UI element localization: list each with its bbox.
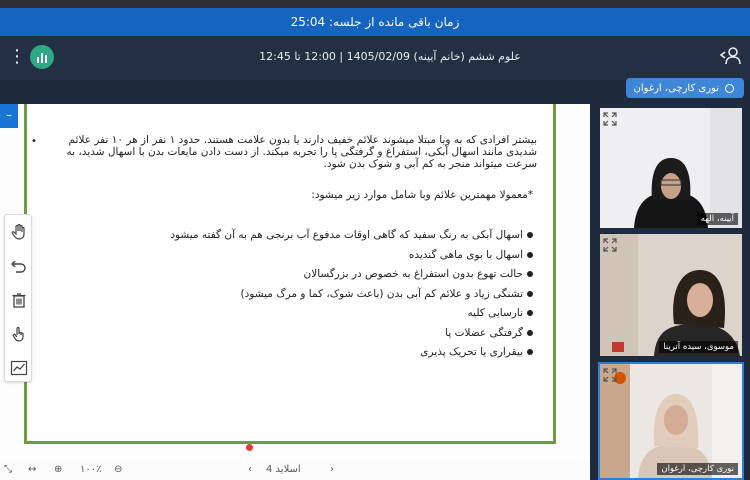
app-logo-icon bbox=[30, 45, 54, 69]
expand-icon[interactable] bbox=[603, 367, 617, 382]
participant-videos: آیینه، الهه موسوی، سیده آترینا نوری کارچ… bbox=[596, 104, 750, 480]
menu-icon[interactable]: ⋮ bbox=[8, 48, 26, 66]
list-bullet bbox=[527, 290, 533, 297]
video-tile[interactable]: آیینه، الهه bbox=[598, 106, 744, 230]
slide-content: بیشتر افرادی که به وبا مبتلا میشوند علائ… bbox=[31, 134, 543, 363]
session-timer: زمان باقی مانده از جلسه: 25:04 bbox=[0, 8, 750, 36]
zoom-out-icon[interactable]: ⊖ bbox=[114, 464, 122, 475]
symptom-list: اسهال آبکی به رنگ سفید که گاهی اوقات مدف… bbox=[35, 226, 543, 363]
presenter-status-icon bbox=[725, 83, 734, 93]
participant-name: آیینه، الهه bbox=[696, 213, 738, 225]
drawing-toolbox bbox=[4, 214, 32, 382]
zoom-in-icon[interactable]: ⊕ bbox=[54, 464, 62, 475]
list-item: گرفتگی عضلات پا bbox=[35, 324, 533, 344]
laser-pointer bbox=[246, 444, 253, 451]
participant-image bbox=[600, 364, 742, 478]
list-item-text: نارسایی کلیه bbox=[467, 307, 523, 319]
collapse-button[interactable]: – bbox=[0, 104, 18, 128]
fit-width-icon[interactable]: ↔ bbox=[28, 464, 36, 475]
list-bullet bbox=[527, 349, 533, 355]
participant-image bbox=[600, 108, 742, 228]
next-slide-chevron-icon[interactable]: › bbox=[330, 464, 334, 475]
participant-name: موسوی، سیده آترینا bbox=[659, 341, 738, 353]
list-item-text: اسهال با بوی ماهی گندیده bbox=[408, 248, 523, 261]
participant-image bbox=[600, 234, 742, 356]
list-item: حالت تهوع بدون استفراغ به خصوص در بزرگسا… bbox=[35, 265, 533, 285]
participant-name: نوری کارچی، ارغوان bbox=[657, 463, 738, 475]
slide-number: اسلاید 4 bbox=[266, 464, 301, 475]
expand-icon[interactable] bbox=[603, 111, 617, 126]
hand-icon[interactable] bbox=[8, 221, 30, 243]
list-item: اسهال با بوی ماهی گندیده bbox=[35, 246, 533, 266]
presenter-badge[interactable]: نوری کارچی، ارغوان bbox=[625, 78, 744, 98]
list-item-text: اسهال آبکی به رنگ سفید که گاهی اوقات مدف… bbox=[170, 229, 523, 241]
list-bullet bbox=[527, 329, 533, 336]
window-top-strip bbox=[0, 0, 750, 8]
list-item-text: بیقراری یا تحریک پذیری bbox=[420, 346, 523, 358]
undo-icon[interactable] bbox=[8, 255, 30, 277]
slide-navigation-bar: ⤡ ↔ ⊕ ۱۰۰٪ ⊖ ‹ اسلاید 4 › bbox=[0, 462, 590, 480]
users-icon[interactable] bbox=[719, 46, 742, 66]
slide-paragraph: بیشتر افرادی که به وبا مبتلا میشوند علائ… bbox=[31, 134, 543, 170]
list-item: نارسایی کلیه bbox=[35, 304, 533, 324]
session-title: علوم ششم (خانم آیینه) 1405/02/09 | 12:00… bbox=[259, 50, 521, 63]
list-item-text: تشنگی زیاد و علائم کم آبی بدن (باعث شوک،… bbox=[240, 287, 523, 300]
trash-icon[interactable] bbox=[8, 289, 30, 311]
presentation-slide: بیشتر افرادی که به وبا مبتلا میشوند علائ… bbox=[24, 104, 556, 444]
slide-intro: *معمولا مهمترین علائم وبا شامل موارد زیر… bbox=[311, 189, 533, 201]
expand-icon[interactable] bbox=[603, 237, 617, 252]
list-item: اسهال آبکی به رنگ سفید که گاهی اوقات مدف… bbox=[35, 226, 533, 246]
video-tile[interactable]: موسوی، سیده آترینا bbox=[598, 232, 744, 358]
list-item-text: گرفتگی عضلات پا bbox=[445, 326, 523, 339]
timer-label: زمان باقی مانده از جلسه: 25:04 bbox=[290, 15, 460, 29]
fullscreen-icon[interactable]: ⤡ bbox=[4, 464, 12, 475]
list-bullet bbox=[527, 251, 533, 258]
slide-paragraph-text: بیشتر افرادی که به وبا مبتلا میشوند علائ… bbox=[66, 134, 537, 170]
list-bullet bbox=[527, 232, 533, 238]
video-tile[interactable]: نوری کارچی، ارغوان bbox=[598, 362, 744, 480]
presenter-name: نوری کارچی، ارغوان bbox=[633, 82, 719, 94]
chart-icon[interactable] bbox=[8, 357, 30, 379]
list-item: بیقراری یا تحریک پذیری bbox=[35, 343, 533, 363]
pointer-icon[interactable] bbox=[8, 323, 30, 345]
header-bar: ⋮ علوم ششم (خانم آیینه) 1405/02/09 | 12:… bbox=[0, 36, 750, 80]
zoom-level: ۱۰۰٪ bbox=[80, 464, 102, 475]
list-bullet bbox=[527, 271, 533, 277]
whiteboard-area: – بیشتر افرادی که به وبا مبتلا میشوند عل… bbox=[0, 104, 590, 462]
prev-slide-chevron-icon[interactable]: ‹ bbox=[248, 464, 252, 475]
list-item: تشنگی زیاد و علائم کم آبی بدن (باعث شوک،… bbox=[35, 285, 533, 305]
paragraph-bullet: • bbox=[31, 136, 37, 147]
list-item-text: حالت تهوع بدون استفراغ به خصوص در بزرگسا… bbox=[303, 268, 523, 280]
list-bullet bbox=[527, 310, 533, 316]
